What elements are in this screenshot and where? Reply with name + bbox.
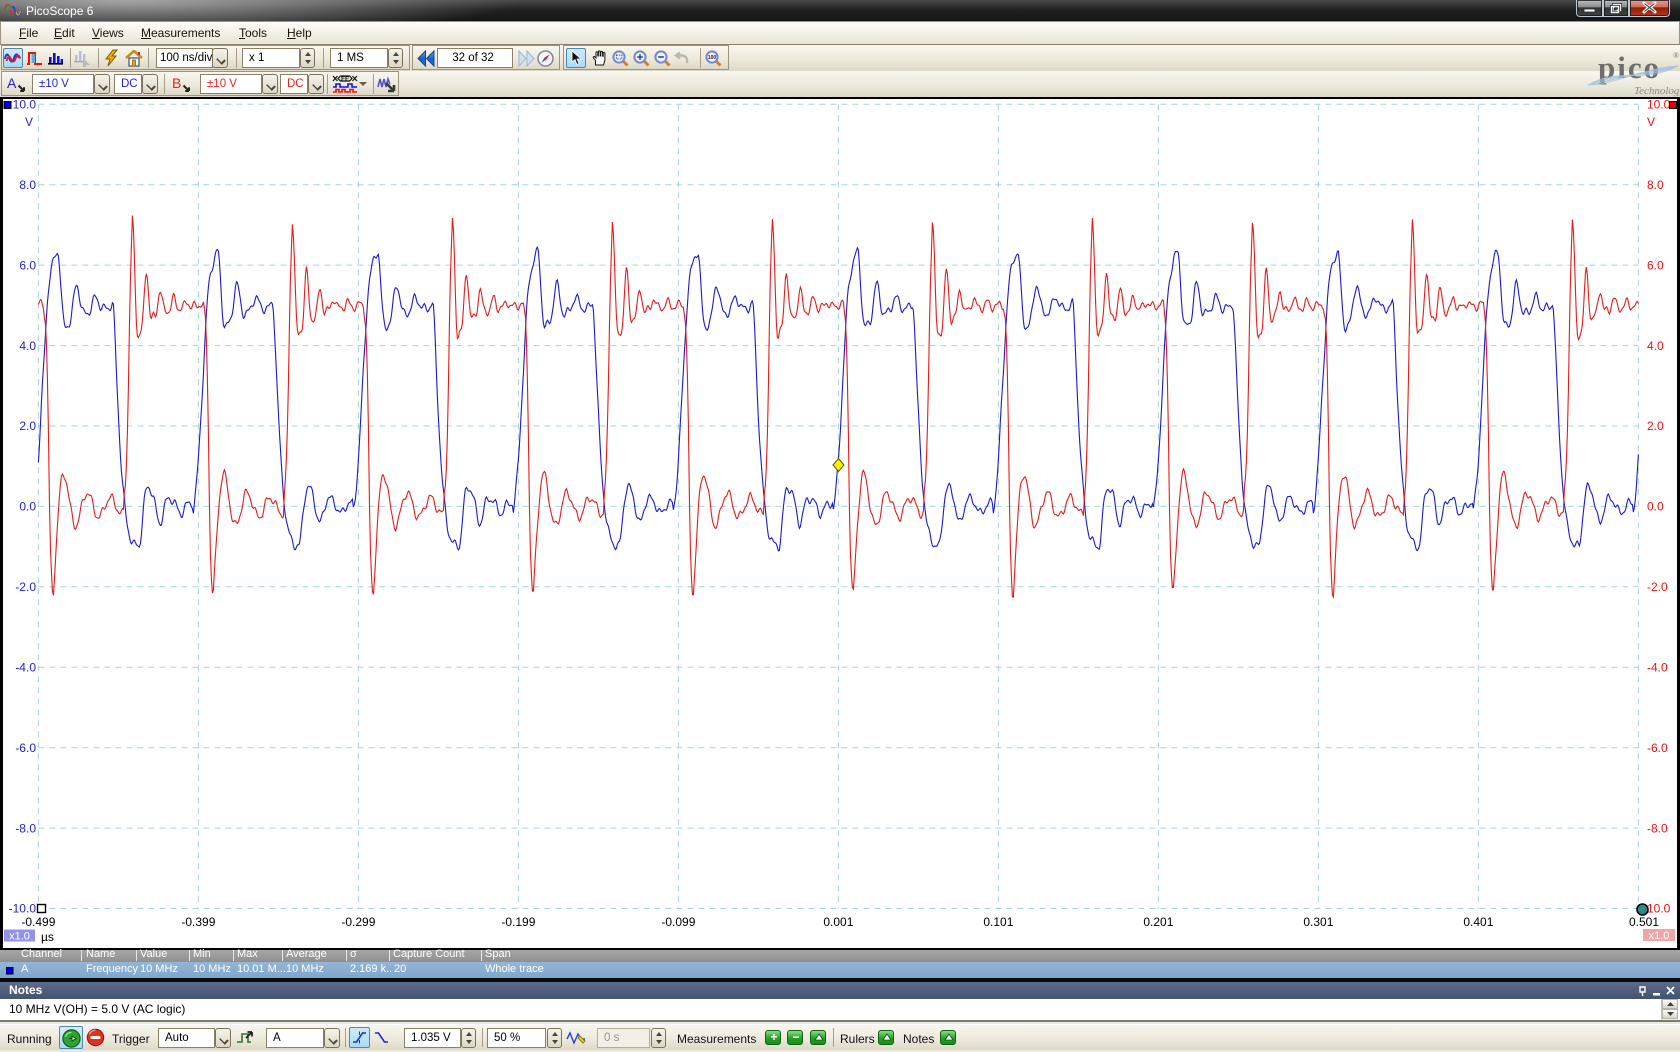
svg-text:®: ® — [1673, 51, 1679, 60]
svg-text:8.0: 8.0 — [1647, 178, 1664, 192]
svg-text:0.001: 0.001 — [823, 915, 853, 929]
svg-text:V: V — [25, 115, 33, 129]
svg-text:-0.499: -0.499 — [21, 915, 55, 929]
svg-text:µs: µs — [41, 930, 54, 944]
svg-text:8.0: 8.0 — [19, 178, 36, 192]
svg-text:V: V — [1647, 115, 1655, 129]
svg-text:6.0: 6.0 — [19, 258, 36, 272]
svg-text:FF: FF — [341, 76, 349, 83]
svg-text:Technology: Technology — [1634, 85, 1680, 96]
svg-text:0.101: 0.101 — [983, 915, 1013, 929]
svg-text:10.0: 10.0 — [1647, 902, 1671, 916]
svg-text:-0.099: -0.099 — [661, 915, 695, 929]
svg-text:4.0: 4.0 — [1647, 339, 1664, 353]
svg-text:10.0: 10.0 — [1647, 99, 1671, 112]
svg-text:-6.0: -6.0 — [1647, 741, 1668, 755]
svg-text:10.0: 10.0 — [13, 99, 37, 112]
svg-text:-8.0: -8.0 — [1647, 821, 1668, 835]
svg-text:-0.399: -0.399 — [181, 915, 215, 929]
svg-text:0.0: 0.0 — [1647, 500, 1664, 514]
svg-text:-8.0: -8.0 — [15, 821, 36, 835]
svg-text:x1.0: x1.0 — [9, 931, 30, 943]
svg-text:0.0: 0.0 — [19, 500, 36, 514]
svg-text:-2.0: -2.0 — [1647, 580, 1668, 594]
svg-text:4.0: 4.0 — [19, 339, 36, 353]
svg-text:x1.0: x1.0 — [1649, 930, 1670, 942]
svg-text:-6.0: -6.0 — [15, 741, 36, 755]
svg-text:0.301: 0.301 — [1303, 915, 1333, 929]
svg-text:0.401: 0.401 — [1463, 915, 1493, 929]
svg-text:6.0: 6.0 — [1647, 258, 1664, 272]
svg-text:100: 100 — [707, 55, 716, 61]
svg-text:-0.199: -0.199 — [501, 915, 535, 929]
svg-text:2.0: 2.0 — [19, 419, 36, 433]
svg-text:0.501: 0.501 — [1629, 915, 1659, 929]
svg-text:-4.0: -4.0 — [15, 660, 36, 674]
svg-text:-2.0: -2.0 — [15, 580, 36, 594]
svg-text:-10.0: -10.0 — [9, 902, 37, 916]
svg-text:-0.299: -0.299 — [341, 915, 375, 929]
svg-text:2.0: 2.0 — [1647, 419, 1664, 433]
svg-text:-4.0: -4.0 — [1647, 660, 1668, 674]
svg-text:0.201: 0.201 — [1143, 915, 1173, 929]
